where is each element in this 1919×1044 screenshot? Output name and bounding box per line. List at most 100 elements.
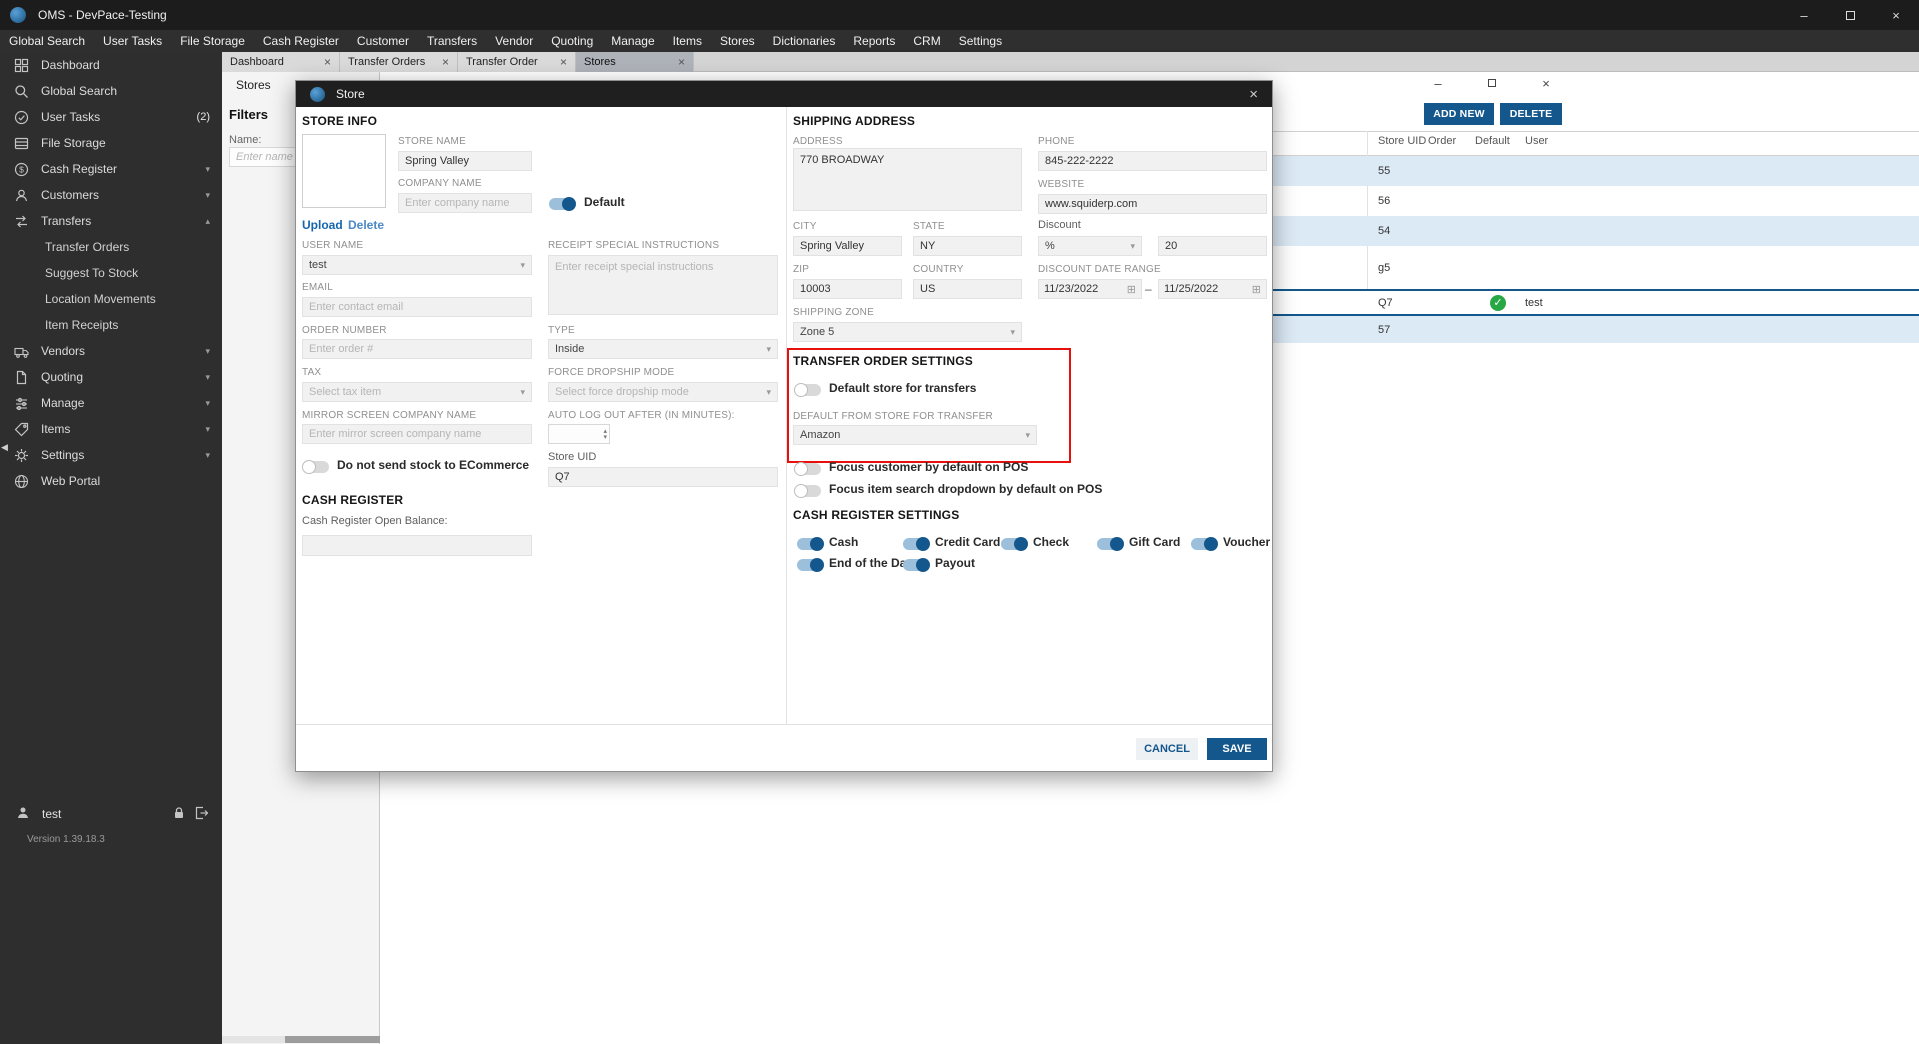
dialog-close-icon[interactable]: × (1249, 86, 1258, 103)
cash-toggle[interactable] (797, 537, 824, 551)
check-toggle[interactable] (1001, 537, 1028, 551)
calendar-icon[interactable]: ⊞ (1252, 283, 1261, 296)
website-input[interactable] (1038, 194, 1267, 214)
column-header-order[interactable]: Order (1428, 135, 1456, 147)
menu-manage[interactable]: Manage (602, 30, 663, 52)
menu-customer[interactable]: Customer (348, 30, 418, 52)
menu-global-search[interactable]: Global Search (0, 30, 94, 52)
cancel-button[interactable]: CANCEL (1136, 738, 1198, 760)
ecommerce-stock-toggle[interactable] (302, 460, 329, 474)
discount-value-input[interactable] (1158, 236, 1267, 256)
sidebar-item-manage[interactable]: Manage ▾ (0, 390, 222, 416)
sidebar-collapse-arrow[interactable]: ◀ (1, 442, 8, 453)
child-minimize-button[interactable]: – (1430, 75, 1446, 91)
menu-quoting[interactable]: Quoting (542, 30, 602, 52)
mirror-company-input[interactable] (302, 424, 532, 444)
tab-close-icon[interactable]: × (324, 56, 331, 68)
focus-item-search-toggle[interactable] (794, 484, 821, 498)
scrollbar-thumb[interactable] (285, 1036, 380, 1043)
sidebar-item-web-portal[interactable]: Web Portal (0, 468, 222, 494)
menu-crm[interactable]: CRM (904, 30, 949, 52)
sidebar-item-file-storage[interactable]: File Storage (0, 130, 222, 156)
state-input[interactable] (913, 236, 1022, 256)
horizontal-scrollbar[interactable] (222, 1036, 380, 1043)
column-header-default[interactable]: Default (1475, 135, 1510, 147)
default-from-store-select[interactable]: Amazon ▾ (793, 425, 1037, 445)
menu-user-tasks[interactable]: User Tasks (94, 30, 171, 52)
phone-input[interactable] (1038, 151, 1267, 171)
sidebar-item-transfer-orders[interactable]: Transfer Orders (0, 234, 222, 260)
gift-card-toggle[interactable] (1097, 537, 1124, 551)
default-store-for-transfers-toggle[interactable] (794, 383, 821, 397)
zip-input[interactable] (793, 279, 902, 299)
save-button[interactable]: SAVE (1207, 738, 1267, 760)
sidebar-item-settings[interactable]: Settings ▾ (0, 442, 222, 468)
column-header-store-uid[interactable]: Store UID (1378, 135, 1426, 147)
date-to-input[interactable]: 11/25/2022 ⊞ (1158, 279, 1267, 299)
maximize-button[interactable] (1827, 0, 1873, 30)
end-of-day-toggle[interactable] (797, 558, 824, 572)
menu-vendor[interactable]: Vendor (486, 30, 542, 52)
minimize-button[interactable]: – (1781, 0, 1827, 30)
sidebar-item-vendors[interactable]: Vendors ▾ (0, 338, 222, 364)
city-input[interactable] (793, 236, 902, 256)
spinner-down-icon[interactable]: ▾ (603, 434, 607, 441)
tab-stores[interactable]: Stores × (576, 52, 694, 72)
upload-link[interactable]: Upload (302, 218, 343, 232)
menu-items[interactable]: Items (664, 30, 711, 52)
email-input[interactable] (302, 297, 532, 317)
menu-reports[interactable]: Reports (844, 30, 904, 52)
discount-unit-select[interactable]: % ▾ (1038, 236, 1142, 256)
payout-toggle[interactable] (903, 558, 930, 572)
add-new-button[interactable]: ADD NEW (1424, 103, 1494, 125)
tab-close-icon[interactable]: × (560, 56, 567, 68)
store-image-placeholder[interactable] (302, 134, 386, 208)
credit-card-toggle[interactable] (903, 537, 930, 551)
child-restore-button[interactable] (1484, 75, 1500, 91)
menu-settings[interactable]: Settings (950, 30, 1011, 52)
tax-select[interactable]: Select tax item ▾ (302, 382, 532, 402)
receipt-instructions-textarea[interactable]: Enter receipt special instructions (548, 255, 778, 315)
menu-cash-register[interactable]: Cash Register (254, 30, 348, 52)
menu-dictionaries[interactable]: Dictionaries (764, 30, 845, 52)
sidebar-item-location-movements[interactable]: Location Movements (0, 286, 222, 312)
sidebar-item-user-tasks[interactable]: User Tasks (2) (0, 104, 222, 130)
child-close-button[interactable]: × (1538, 75, 1554, 91)
company-name-input[interactable] (398, 193, 532, 213)
store-uid-input[interactable] (548, 467, 778, 487)
type-select[interactable]: Inside ▾ (548, 339, 778, 359)
tab-close-icon[interactable]: × (678, 56, 685, 68)
default-toggle[interactable] (549, 197, 576, 211)
tab-transfer-orders[interactable]: Transfer Orders × (340, 52, 458, 72)
sidebar-item-dashboard[interactable]: Dashboard (0, 52, 222, 78)
tab-dashboard[interactable]: Dashboard × (222, 52, 340, 72)
lock-icon[interactable] (172, 806, 186, 823)
address-textarea[interactable]: 770 BROADWAY (793, 148, 1022, 211)
order-number-input[interactable] (302, 339, 532, 359)
close-button[interactable]: × (1873, 0, 1919, 30)
store-name-input[interactable] (398, 151, 532, 171)
sidebar-item-customers[interactable]: Customers ▾ (0, 182, 222, 208)
voucher-toggle[interactable] (1191, 537, 1218, 551)
tab-close-icon[interactable]: × (442, 56, 449, 68)
column-header-user[interactable]: User (1525, 135, 1548, 147)
auto-logout-input[interactable]: ▴ ▾ (548, 424, 610, 444)
country-input[interactable] (913, 279, 1022, 299)
delete-button[interactable]: DELETE (1500, 103, 1562, 125)
force-dropship-select[interactable]: Select force dropship mode ▾ (548, 382, 778, 402)
sidebar-item-global-search[interactable]: Global Search (0, 78, 222, 104)
date-from-input[interactable]: 11/23/2022 ⊞ (1038, 279, 1142, 299)
spinner-arrows[interactable]: ▴ ▾ (603, 425, 607, 445)
sidebar-item-quoting[interactable]: Quoting ▾ (0, 364, 222, 390)
sidebar-item-suggest-to-stock[interactable]: Suggest To Stock (0, 260, 222, 286)
menu-transfers[interactable]: Transfers (418, 30, 486, 52)
user-name-select[interactable]: test ▾ (302, 255, 532, 275)
menu-stores[interactable]: Stores (711, 30, 764, 52)
focus-customer-toggle[interactable] (794, 462, 821, 476)
menu-file-storage[interactable]: File Storage (171, 30, 254, 52)
sidebar-item-cash-register[interactable]: $ Cash Register ▾ (0, 156, 222, 182)
sidebar-item-items[interactable]: Items ▾ (0, 416, 222, 442)
logout-icon[interactable] (194, 806, 209, 823)
tab-transfer-order[interactable]: Transfer Order × (458, 52, 576, 72)
calendar-icon[interactable]: ⊞ (1127, 283, 1136, 296)
